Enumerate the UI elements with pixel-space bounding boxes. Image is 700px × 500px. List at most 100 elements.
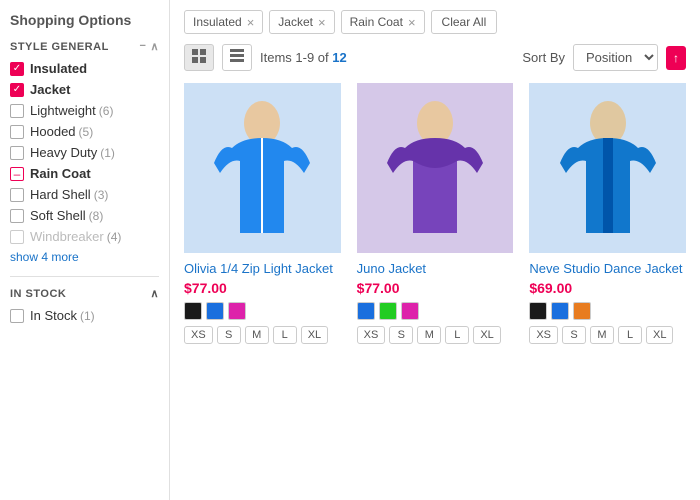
filter-item-rain-coat[interactable]: Rain Coat xyxy=(10,166,159,181)
product-swatches-1 xyxy=(184,302,341,320)
sort-direction-button[interactable]: ↑ xyxy=(666,46,686,70)
checkbox-windbreaker[interactable] xyxy=(10,230,24,244)
remove-jacket-button[interactable]: × xyxy=(318,16,326,29)
size-s-3[interactable]: S xyxy=(562,326,586,344)
swatch-blue-1[interactable] xyxy=(206,302,224,320)
size-xs-2[interactable]: XS xyxy=(357,326,386,344)
size-m-2[interactable]: M xyxy=(417,326,441,344)
filter-label-insulated: Insulated xyxy=(30,61,87,76)
filter-item-insulated[interactable]: Insulated xyxy=(10,61,159,76)
checkbox-rain-coat[interactable] xyxy=(10,167,24,181)
filter-item-lightweight[interactable]: Lightweight (6) xyxy=(10,103,159,118)
product-svg-1 xyxy=(202,83,322,253)
size-xl-3[interactable]: XL xyxy=(646,326,673,344)
filter-count-lightweight: (6) xyxy=(99,104,114,118)
checkbox-insulated[interactable] xyxy=(10,62,24,76)
style-section-label: STYLE GENERAL xyxy=(10,41,109,53)
remove-rain-coat-button[interactable]: × xyxy=(408,16,416,29)
size-l-3[interactable]: L xyxy=(618,326,642,344)
list-view-button[interactable] xyxy=(222,44,252,71)
sort-select[interactable]: Position Name Price xyxy=(573,44,658,71)
size-xl-2[interactable]: XL xyxy=(473,326,500,344)
swatch-black-3[interactable] xyxy=(529,302,547,320)
swatch-orange-3[interactable] xyxy=(573,302,591,320)
product-sizes-2: XS S M L XL xyxy=(357,326,514,344)
product-name-1[interactable]: Olivia 1/4 Zip Light Jacket xyxy=(184,261,341,276)
filter-tag-rain-coat-label: Rain Coat xyxy=(350,15,403,29)
filter-item-in-stock[interactable]: In Stock (1) xyxy=(10,308,159,323)
main-content: Insulated × Jacket × Rain Coat × Clear A… xyxy=(170,0,700,500)
filter-tag-jacket[interactable]: Jacket × xyxy=(269,10,334,34)
in-stock-section-header: IN STOCK ∧ xyxy=(10,287,159,300)
filter-label-lightweight: Lightweight xyxy=(30,103,96,118)
product-name-2[interactable]: Juno Jacket xyxy=(357,261,514,276)
grid-icon xyxy=(192,49,206,63)
checkbox-jacket[interactable] xyxy=(10,83,24,97)
filter-label-in-stock: In Stock xyxy=(30,308,77,323)
filter-item-soft-shell[interactable]: Soft Shell (8) xyxy=(10,208,159,223)
size-s-1[interactable]: S xyxy=(217,326,241,344)
filter-count-windbreaker: (4) xyxy=(107,230,122,244)
swatch-green-2[interactable] xyxy=(379,302,397,320)
filter-item-hooded[interactable]: Hooded (5) xyxy=(10,124,159,139)
filter-label-rain-coat: Rain Coat xyxy=(30,166,91,181)
size-s-2[interactable]: S xyxy=(389,326,413,344)
product-sizes-3: XS S M L XL xyxy=(529,326,686,344)
swatch-blue-3[interactable] xyxy=(551,302,569,320)
size-l-2[interactable]: L xyxy=(445,326,469,344)
checkbox-in-stock[interactable] xyxy=(10,309,24,323)
caret-icon[interactable]: ∧ xyxy=(150,40,159,53)
style-section-header: STYLE GENERAL − ∧ xyxy=(10,40,159,53)
product-card-2: Juno Jacket $77.00 XS S M L XL xyxy=(357,83,514,344)
sidebar-title: Shopping Options xyxy=(10,12,159,28)
swatch-pink-2[interactable] xyxy=(401,302,419,320)
size-xl-1[interactable]: XL xyxy=(301,326,328,344)
size-xs-1[interactable]: XS xyxy=(184,326,213,344)
minus-icon[interactable]: − xyxy=(140,40,147,53)
in-stock-label: IN STOCK xyxy=(10,288,66,300)
filter-label-soft-shell: Soft Shell xyxy=(30,208,86,223)
active-filters-bar: Insulated × Jacket × Rain Coat × Clear A… xyxy=(184,10,686,34)
toolbar: Items 1-9 of 12 Sort By Position Name Pr… xyxy=(184,44,686,71)
product-svg-3 xyxy=(548,83,668,253)
checkbox-lightweight[interactable] xyxy=(10,104,24,118)
filter-count-soft-shell: (8) xyxy=(89,209,104,223)
filter-item-hard-shell[interactable]: Hard Shell (3) xyxy=(10,187,159,202)
filter-item-heavy-duty[interactable]: Heavy Duty (1) xyxy=(10,145,159,160)
filter-count-heavy-duty: (1) xyxy=(100,146,115,160)
product-card-1: Olivia 1/4 Zip Light Jacket $77.00 XS S … xyxy=(184,83,341,344)
filter-label-heavy-duty: Heavy Duty xyxy=(30,145,97,160)
size-xs-3[interactable]: XS xyxy=(529,326,558,344)
filter-label-jacket: Jacket xyxy=(30,82,70,97)
show-more-link[interactable]: show 4 more xyxy=(10,250,159,264)
checkbox-hooded[interactable] xyxy=(10,125,24,139)
filter-tag-insulated[interactable]: Insulated × xyxy=(184,10,263,34)
filter-item-windbreaker[interactable]: Windbreaker (4) xyxy=(10,229,159,244)
list-icon xyxy=(230,49,244,63)
product-price-2: $77.00 xyxy=(357,280,514,296)
swatch-black-1[interactable] xyxy=(184,302,202,320)
sidebar: Shopping Options STYLE GENERAL − ∧ Insul… xyxy=(0,0,170,500)
checkbox-heavy-duty[interactable] xyxy=(10,146,24,160)
product-swatches-2 xyxy=(357,302,514,320)
size-m-1[interactable]: M xyxy=(245,326,269,344)
product-card-3: Neve Studio Dance Jacket $69.00 XS S M L… xyxy=(529,83,686,344)
size-l-1[interactable]: L xyxy=(273,326,297,344)
in-stock-collapse-icon[interactable]: ∧ xyxy=(150,287,159,300)
checkbox-hard-shell[interactable] xyxy=(10,188,24,202)
checkbox-soft-shell[interactable] xyxy=(10,209,24,223)
filter-item-jacket[interactable]: Jacket xyxy=(10,82,159,97)
size-m-3[interactable]: M xyxy=(590,326,614,344)
filter-label-windbreaker: Windbreaker xyxy=(30,229,104,244)
clear-all-button[interactable]: Clear All xyxy=(431,10,498,34)
product-sizes-1: XS S M L XL xyxy=(184,326,341,344)
swatch-blue-2[interactable] xyxy=(357,302,375,320)
remove-insulated-button[interactable]: × xyxy=(247,16,255,29)
collapse-icons[interactable]: − ∧ xyxy=(140,40,160,53)
filter-count-in-stock: (1) xyxy=(80,309,95,323)
product-name-3[interactable]: Neve Studio Dance Jacket xyxy=(529,261,686,276)
swatch-pink-1[interactable] xyxy=(228,302,246,320)
grid-view-button[interactable] xyxy=(184,44,214,71)
filter-tag-rain-coat[interactable]: Rain Coat × xyxy=(341,10,425,34)
items-total: 12 xyxy=(332,50,346,65)
